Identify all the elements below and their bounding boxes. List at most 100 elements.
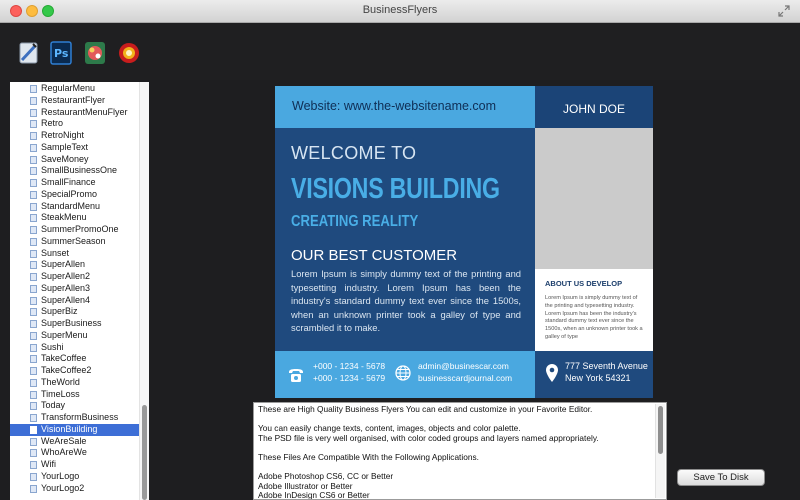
flyer-email: admin@businescar.com xyxy=(418,361,509,371)
file-icon xyxy=(30,402,37,411)
flyer-address-1: 777 Seventh Avenue xyxy=(565,361,648,371)
file-icon xyxy=(30,284,37,293)
template-list-item[interactable]: RestaurantMenuFlyer xyxy=(10,107,139,119)
template-list-item[interactable]: SmallFinance xyxy=(10,177,139,189)
template-list-item-label: SampleText xyxy=(41,141,89,152)
flyer-phone-1: +000 - 1234 - 5678 xyxy=(313,361,386,371)
file-icon xyxy=(30,179,37,187)
template-list-item[interactable]: SuperAllen4 xyxy=(10,295,139,307)
app-icon-red-circle[interactable] xyxy=(118,41,140,65)
template-list-item-label: VisionBuilding xyxy=(41,423,98,434)
flyer-top-bar: Website: www.the-websitename.com xyxy=(275,86,535,128)
template-list-item[interactable]: SummerSeason xyxy=(10,236,139,248)
flyer-name: JOHN DOE xyxy=(535,86,653,128)
template-list-item[interactable]: YourLogo2 xyxy=(10,483,139,495)
template-list-item[interactable]: SummerPromoOne xyxy=(10,224,139,236)
file-icon xyxy=(30,167,37,176)
template-list[interactable]: RegularMenu RestaurantFlyer RestaurantMenu… xyxy=(10,82,149,500)
fullscreen-icon[interactable] xyxy=(778,5,790,17)
template-list-item-label: SuperBiz xyxy=(41,306,78,317)
template-list-item[interactable]: TheWorld xyxy=(10,377,139,389)
template-list-item[interactable]: SteakMenu xyxy=(10,212,139,224)
template-list-item[interactable]: TransformBusiness xyxy=(10,412,139,424)
template-list-item-label: SpecialPromo xyxy=(41,188,98,199)
flyer-website-2: businesscardjournal.com xyxy=(418,373,513,383)
file-icon xyxy=(30,249,37,258)
file-icon xyxy=(30,343,37,352)
file-icon xyxy=(30,390,37,399)
template-list-item[interactable]: WhoAreWe xyxy=(10,447,139,459)
template-list-item[interactable]: SuperAllen3 xyxy=(10,283,139,295)
template-list-item[interactable]: Sushi xyxy=(10,342,139,354)
template-list-item[interactable]: SuperAllen2 xyxy=(10,271,139,283)
file-icon xyxy=(30,85,37,93)
template-list-item[interactable]: SuperMenu xyxy=(10,330,139,342)
template-list-item-label: RetroNight xyxy=(41,130,85,140)
template-list-item-label: TakeCoffee xyxy=(41,353,87,364)
file-icon xyxy=(30,261,37,270)
template-list-item[interactable]: SpecialPromo xyxy=(10,189,139,201)
template-list-item[interactable]: TakeCoffee xyxy=(10,353,139,365)
template-list-item[interactable]: SuperAllen xyxy=(10,259,139,271)
phone-icon xyxy=(289,369,303,382)
template-list-item[interactable]: SuperBusiness xyxy=(10,318,139,330)
template-list-item-label: SummerPromoOne xyxy=(41,224,119,234)
template-list-item-label: TimeLoss xyxy=(41,388,80,399)
template-list-item[interactable]: WeAreSale xyxy=(10,436,139,448)
template-list-scrollbar[interactable] xyxy=(139,82,149,500)
description-textarea[interactable]: These are High Quality Business Flyers Y… xyxy=(253,402,667,500)
template-list-item[interactable]: SmallBusinessOne xyxy=(10,165,139,177)
template-list-item-label: SummerSeason xyxy=(41,235,106,246)
template-list-item[interactable]: TakeCoffee2 xyxy=(10,365,139,377)
file-icon xyxy=(30,308,37,317)
template-list-item[interactable]: Sunset xyxy=(10,248,139,260)
file-icon xyxy=(30,331,37,340)
photoshop-icon-label: Ps xyxy=(54,47,69,60)
file-icon xyxy=(30,355,37,364)
template-list-item[interactable]: Today xyxy=(10,400,139,412)
file-icon xyxy=(30,214,37,223)
save-to-disk-button[interactable]: Save To Disk xyxy=(677,469,765,486)
template-list-item-label: Sunset xyxy=(41,247,70,258)
template-list-item[interactable]: TimeLoss xyxy=(10,389,139,401)
template-list-item[interactable]: RestaurantFlyer xyxy=(10,95,139,107)
title-bar: BusinessFlyers xyxy=(0,0,800,23)
file-icon xyxy=(30,155,37,164)
template-list-item-label: RestaurantFlyer xyxy=(41,94,106,105)
description-scrollbar[interactable] xyxy=(655,404,665,498)
template-list-item-label: RegularMenu xyxy=(41,83,96,93)
template-list-item-label: RestaurantMenuFlyer xyxy=(41,106,128,117)
file-icon xyxy=(30,96,37,105)
template-list-item-label: Wifi xyxy=(41,459,56,469)
template-list-item-label: SmallBusinessOne xyxy=(41,165,118,176)
template-list-item[interactable]: RegularMenu xyxy=(10,83,139,95)
template-list-item[interactable]: YourLogo xyxy=(10,471,139,483)
file-icon xyxy=(30,484,37,493)
template-list-item[interactable]: VisionBuilding xyxy=(10,423,139,436)
template-list-item[interactable]: SuperBiz xyxy=(10,306,139,318)
template-list-item-label: TakeCoffee2 xyxy=(41,365,92,375)
template-list-item[interactable]: Retro xyxy=(10,118,139,130)
template-list-item-label: SuperMenu xyxy=(41,329,88,340)
flyer-contact-bar: +000 - 1234 - 5678 +000 - 1234 - 5679 ad… xyxy=(275,351,535,398)
notepad-icon[interactable] xyxy=(18,41,40,65)
file-icon xyxy=(30,237,37,246)
description-scrollbar-thumb[interactable] xyxy=(658,406,663,454)
template-list-item[interactable]: Wifi xyxy=(10,459,139,471)
flyer-body-text: Lorem Ipsum is simply dummy text of the … xyxy=(291,268,521,333)
template-list-item-label: StandardMenu xyxy=(41,200,101,211)
scrollbar-thumb[interactable] xyxy=(142,405,147,500)
file-icon xyxy=(30,226,37,234)
template-list-item[interactable]: SaveMoney xyxy=(10,154,139,166)
template-list-item[interactable]: SampleText xyxy=(10,142,139,154)
template-list-item-label: SuperAllen4 xyxy=(41,294,91,305)
file-icon xyxy=(30,414,37,422)
template-list-item[interactable]: RetroNight xyxy=(10,130,139,142)
template-list-item-label: YourLogo xyxy=(41,470,80,481)
file-icon xyxy=(30,143,37,152)
photoshop-icon[interactable]: Ps xyxy=(50,41,72,65)
flyer-app-icon[interactable] xyxy=(84,41,106,65)
description-text: These are High Quality Business Flyers Y… xyxy=(258,404,599,500)
file-icon xyxy=(30,449,37,458)
template-list-item[interactable]: StandardMenu xyxy=(10,201,139,213)
